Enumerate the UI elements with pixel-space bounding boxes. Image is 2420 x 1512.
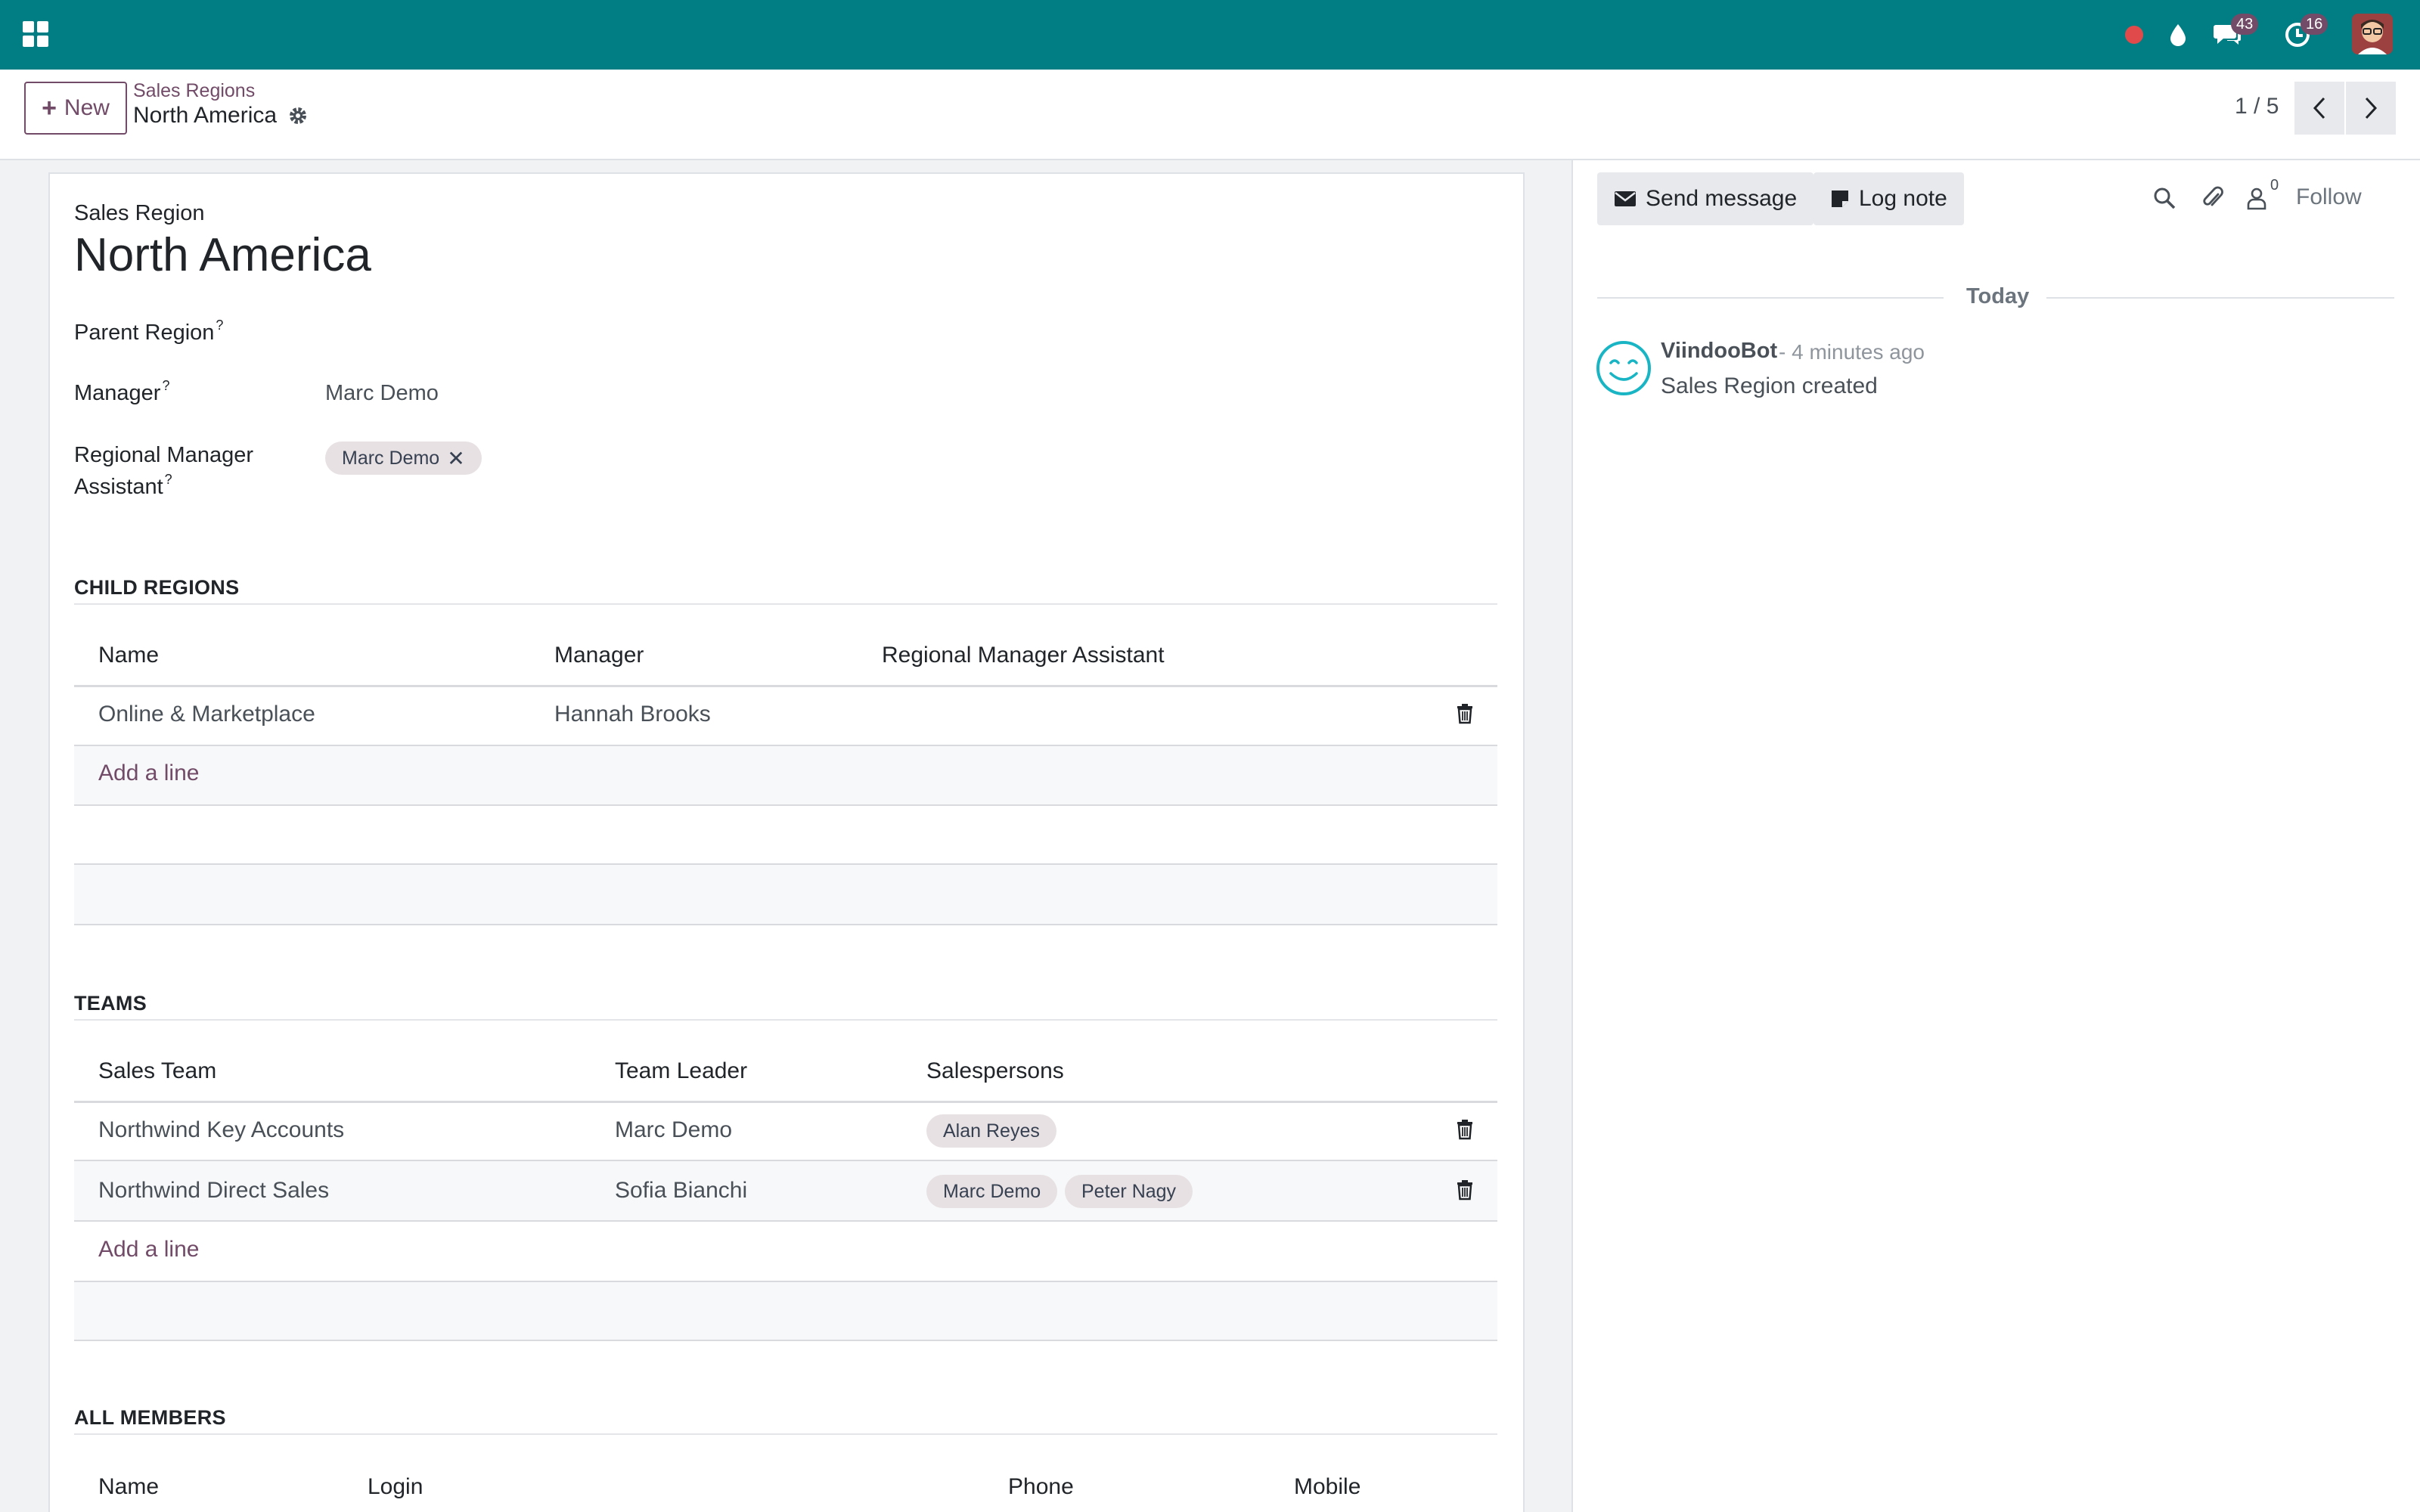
activities-count-badge: 16 [2301, 14, 2328, 35]
section-divider [74, 603, 1497, 605]
breadcrumb-current-record: North America [133, 103, 309, 129]
paperclip-icon[interactable] [2198, 183, 2228, 213]
plus-icon: + [42, 93, 57, 122]
section-divider [74, 1019, 1497, 1021]
new-button[interactable]: + New [24, 82, 127, 135]
add-line-row [74, 746, 1497, 805]
manager-field[interactable]: Marc Demo [325, 381, 439, 406]
record-name: North America [133, 103, 278, 128]
section-divider [74, 1433, 1497, 1435]
message-author[interactable]: ViindooBot [1661, 339, 1777, 364]
app-menu-icon[interactable] [23, 21, 48, 47]
trash-icon[interactable] [1456, 1179, 1474, 1201]
parent-region-label: Parent Region? [74, 318, 224, 345]
child-regions-section-title: CHILD REGIONS [74, 576, 240, 599]
column-header-login[interactable]: Login [368, 1474, 423, 1500]
table-row-divider [74, 924, 1497, 925]
followers-count: 0 [2270, 177, 2279, 194]
table-row-divider [74, 1220, 1497, 1222]
log-note-label: Log note [1859, 186, 1947, 211]
pager-value[interactable]: 1 / 5 [2235, 94, 2279, 119]
column-header-name[interactable]: Name [98, 1474, 159, 1500]
column-header-team-leader[interactable]: Team Leader [615, 1058, 747, 1084]
column-header-name[interactable]: Name [98, 643, 159, 668]
date-divider-right [2046, 297, 2394, 299]
activity-clock-icon[interactable]: 16 [2281, 14, 2328, 51]
help-tooltip-icon[interactable]: ? [216, 318, 223, 333]
regional-manager-assistant-label-2: Assistant? [74, 472, 172, 499]
table-header-divider [74, 685, 1497, 687]
table-row-divider [74, 1340, 1497, 1341]
child-regions-add-line-link[interactable]: Add a line [98, 761, 199, 786]
column-header-salespersons[interactable]: Salespersons [926, 1058, 1064, 1084]
date-separator: Today [1966, 284, 2030, 308]
messages-count-badge: 43 [2231, 14, 2259, 35]
manager-label: Manager? [74, 378, 170, 405]
message-body: Sales Region created [1661, 373, 1878, 398]
pager-previous-button[interactable] [2294, 82, 2344, 135]
note-icon [1832, 191, 1848, 207]
column-header-phone[interactable]: Phone [1008, 1474, 1074, 1500]
recording-indicator-icon[interactable] [2118, 18, 2151, 51]
breadcrumb-sales-regions[interactable]: Sales Regions [133, 80, 255, 102]
column-header-sales-team[interactable]: Sales Team [98, 1058, 216, 1084]
salesperson-tag: Alan Reyes [926, 1114, 1056, 1148]
column-header-manager[interactable]: Manager [554, 643, 644, 668]
salesperson-tag: Marc Demo [926, 1175, 1058, 1208]
child-region-manager[interactable]: Hannah Brooks [554, 702, 711, 727]
follow-button[interactable]: Follow [2296, 184, 2362, 210]
date-divider-left [1597, 297, 1944, 299]
user-avatar[interactable] [2352, 14, 2393, 54]
followers-icon[interactable] [2242, 183, 2272, 213]
table-header-divider [74, 1101, 1497, 1103]
empty-row [74, 865, 1497, 924]
teams-add-line-link[interactable]: Add a line [98, 1237, 199, 1263]
assistant-tag: Marc Demo ✕ [325, 442, 482, 475]
trash-icon[interactable] [1456, 703, 1474, 724]
team-name[interactable]: Northwind Direct Sales [98, 1178, 329, 1204]
control-panel: + New Sales Regions North America 1 / 5 [0, 70, 2420, 160]
log-note-button[interactable]: Log note [1813, 172, 1964, 225]
send-message-label: Send message [1646, 186, 1798, 211]
remove-tag-icon[interactable]: ✕ [447, 446, 464, 471]
region-name-field[interactable]: North America [74, 228, 371, 282]
team-leader[interactable]: Marc Demo [615, 1117, 732, 1143]
bot-avatar [1596, 341, 1651, 395]
team-leader[interactable]: Sofia Bianchi [615, 1178, 747, 1204]
assistant-tag-label: Marc Demo [342, 447, 440, 469]
messages-icon[interactable]: 43 [2211, 14, 2259, 51]
droplet-icon[interactable] [2161, 18, 2195, 51]
envelope-icon [1615, 191, 1636, 206]
team-name[interactable]: Northwind Key Accounts [98, 1117, 344, 1143]
column-header-regional-manager-assistant[interactable]: Regional Manager Assistant [882, 643, 1165, 668]
all-members-section-title: ALL MEMBERS [74, 1406, 226, 1429]
teams-section-title: TEAMS [74, 992, 147, 1015]
pager-next-button[interactable] [2346, 82, 2396, 135]
salesperson-tag: Peter Nagy [1065, 1175, 1193, 1208]
sales-region-label: Sales Region [74, 201, 205, 225]
column-header-mobile[interactable]: Mobile [1294, 1474, 1360, 1500]
new-button-label: New [64, 95, 110, 120]
help-tooltip-icon[interactable]: ? [165, 472, 172, 487]
chevron-right-icon [2365, 97, 2378, 119]
gear-icon[interactable] [287, 105, 309, 126]
child-region-name[interactable]: Online & Marketplace [98, 702, 315, 727]
send-message-button[interactable]: Send message [1597, 172, 1814, 225]
chevron-left-icon [2313, 97, 2325, 119]
trash-icon[interactable] [1456, 1119, 1474, 1140]
message-timestamp: - 4 minutes ago [1779, 340, 1925, 364]
search-icon[interactable] [2149, 183, 2180, 213]
empty-row [74, 1282, 1497, 1341]
regional-manager-assistant-label: Regional Manager [74, 443, 253, 467]
help-tooltip-icon[interactable]: ? [162, 378, 169, 393]
table-row-divider [74, 804, 1497, 806]
top-navbar: 43 16 [0, 0, 2420, 70]
